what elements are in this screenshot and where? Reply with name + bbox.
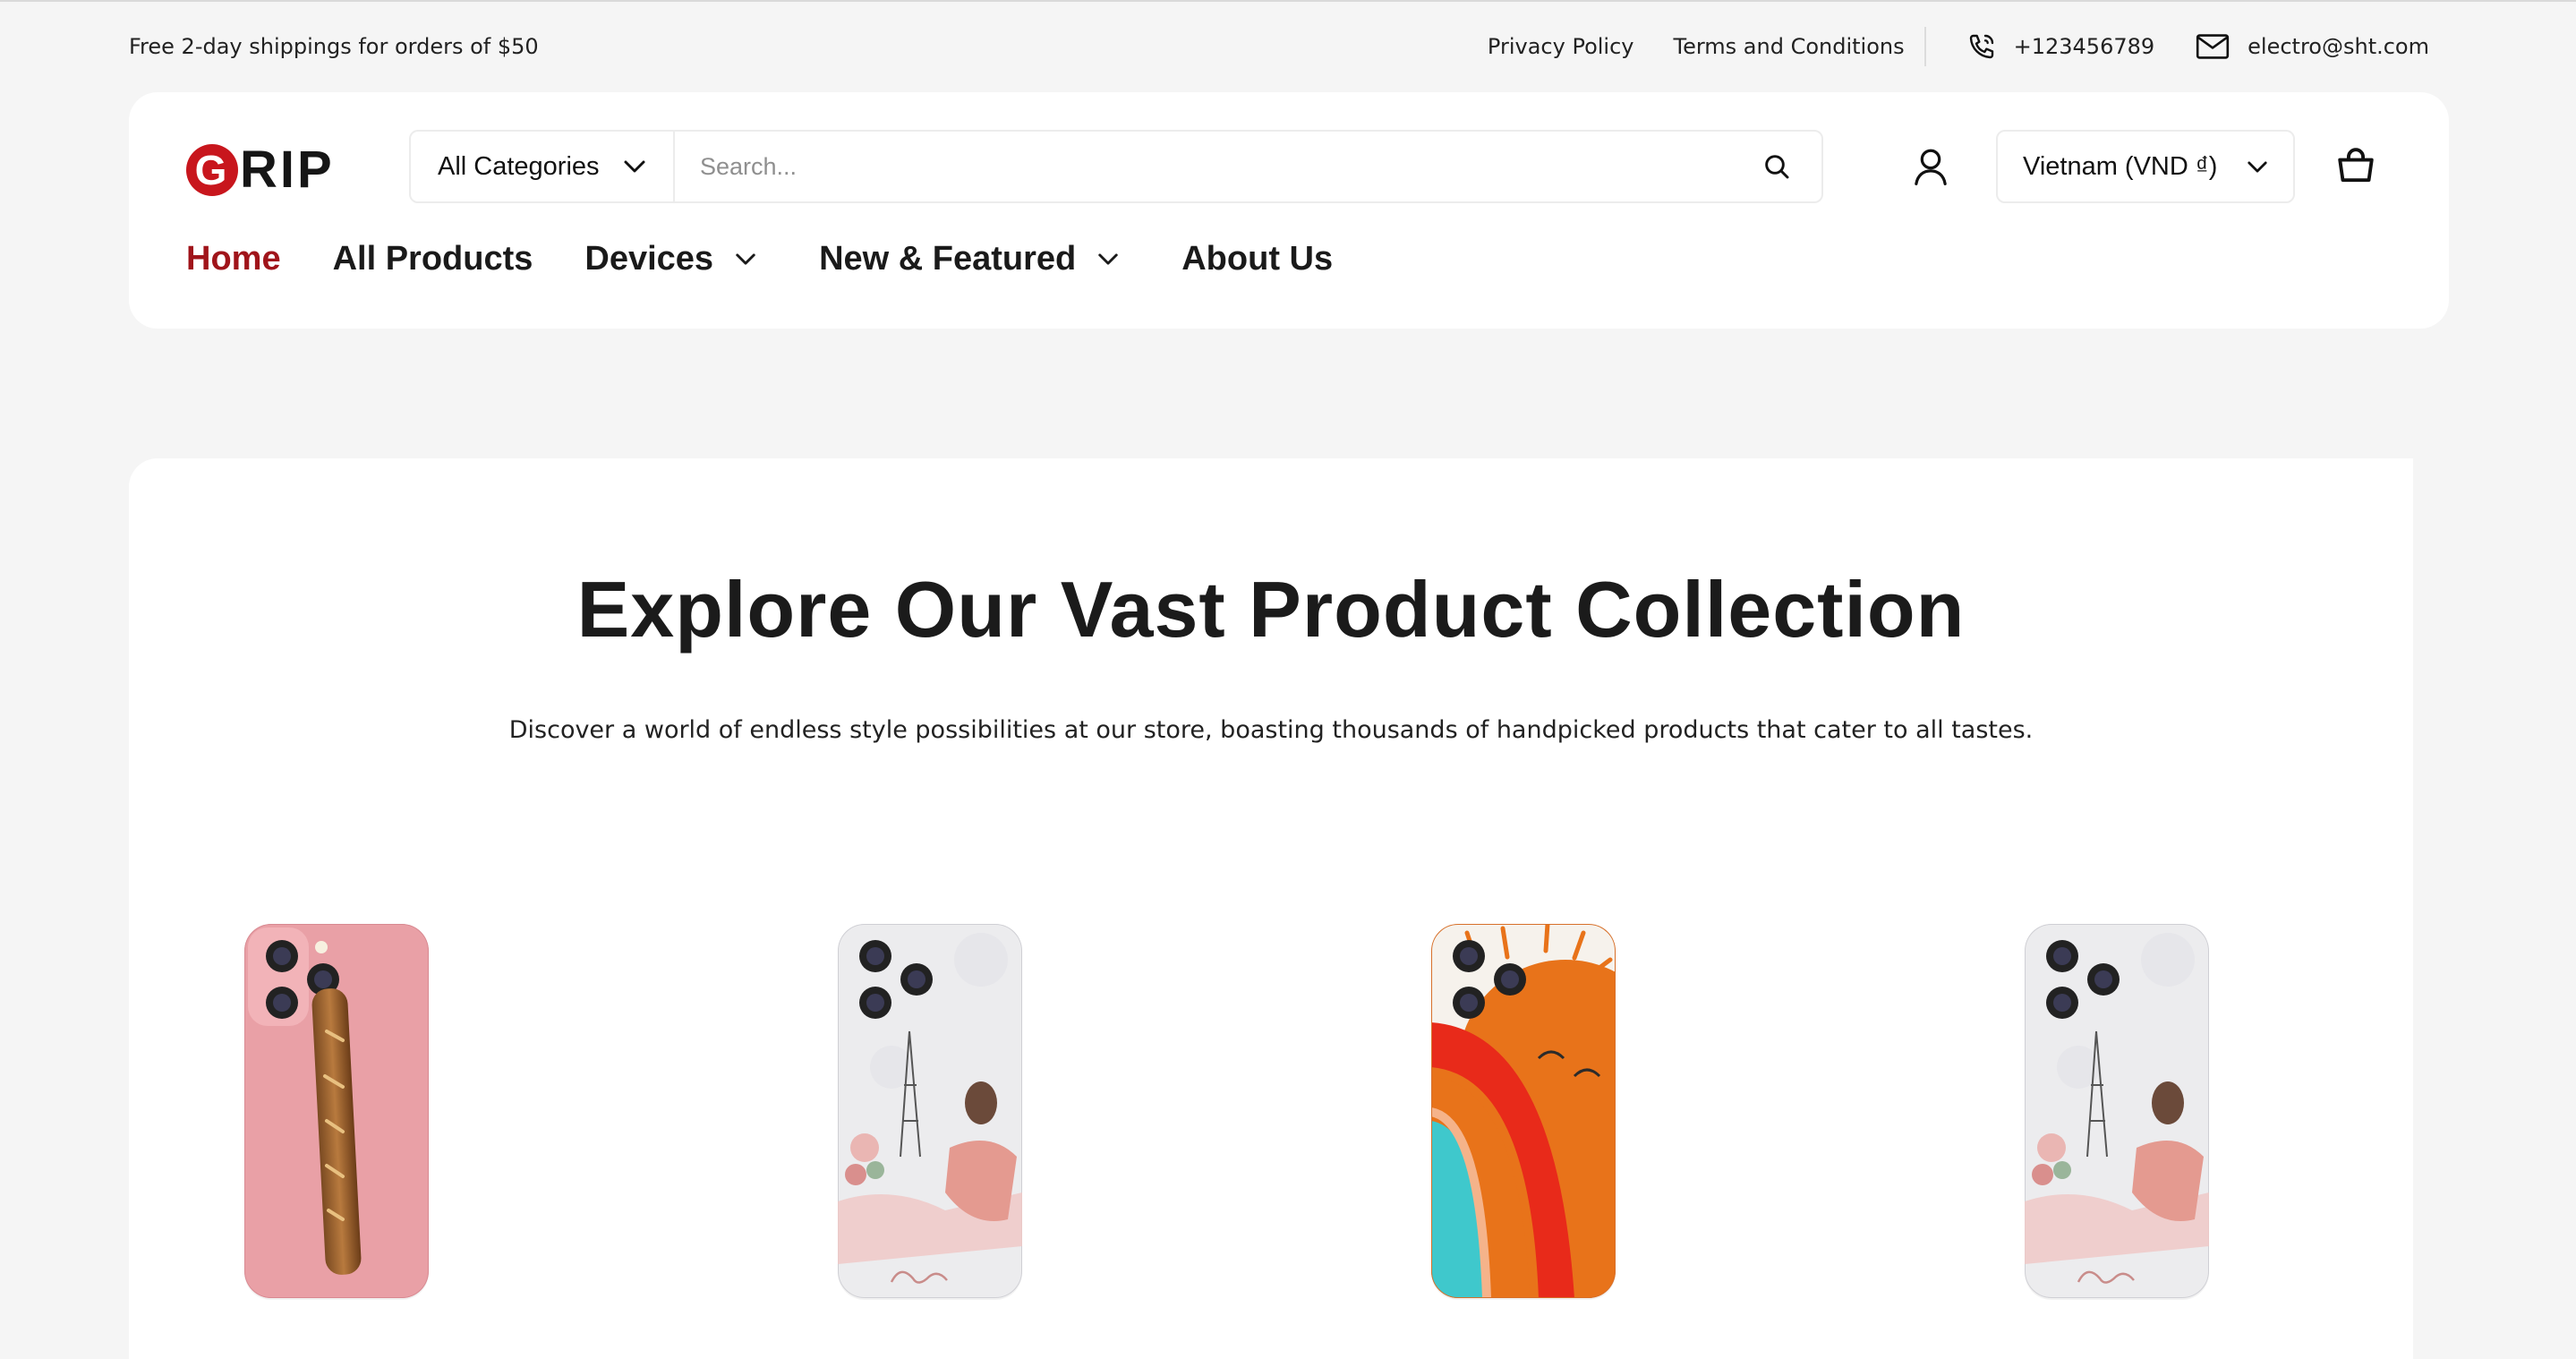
phone-case-image (838, 924, 1022, 1298)
phone-case-image (1431, 924, 1616, 1298)
mail-icon (2196, 34, 2230, 59)
main-navigation: Home All Products Devices New & Featured… (186, 232, 1385, 286)
nav-all-products[interactable]: All Products (333, 240, 533, 278)
account-button[interactable] (1910, 146, 1951, 187)
nav-about-us-label: About Us (1181, 239, 1334, 278)
search-button[interactable] (1732, 132, 1821, 201)
brand-logo[interactable]: G RIP (186, 140, 335, 200)
nav-home[interactable]: Home (186, 240, 281, 278)
phone-icon (1969, 34, 1993, 59)
nav-all-products-label: All Products (332, 239, 533, 278)
logo-mark: G (186, 143, 238, 196)
nav-about-us[interactable]: About Us (1181, 240, 1333, 278)
search-input[interactable] (675, 132, 1732, 201)
product-card[interactable] (244, 924, 567, 1305)
search-icon (1765, 155, 1789, 179)
logo-text: RIP (240, 141, 335, 199)
nav-devices[interactable]: Devices (584, 240, 756, 278)
category-select[interactable]: All Categories (411, 132, 675, 201)
cart-button[interactable] (2334, 144, 2377, 187)
chevron-down-icon (1098, 252, 1118, 265)
page-subtitle: Discover a world of endless style possib… (508, 716, 2034, 744)
phone-case-image (2025, 924, 2209, 1298)
phone-contact[interactable]: +123456789 (1967, 32, 2155, 61)
divider (1923, 27, 1926, 66)
shipping-notice: Free 2-day shippings for orders of $50 (129, 34, 539, 59)
product-card[interactable] (2025, 924, 2347, 1305)
page-title: Explore Our Vast Product Collection (576, 565, 1966, 654)
phone-case-image (244, 924, 429, 1298)
chevron-down-icon (2248, 161, 2267, 172)
top-info-bar: Free 2-day shippings for orders of $50 P… (129, 0, 2429, 93)
chevron-down-icon (624, 160, 645, 173)
nav-home-label: Home (186, 239, 281, 278)
email-address: electro@sht.com (2248, 34, 2429, 59)
terms-link[interactable]: Terms and Conditions (1673, 34, 1904, 59)
product-card[interactable] (838, 924, 1160, 1305)
email-contact[interactable]: electro@sht.com (2196, 33, 2429, 60)
chevron-down-icon (736, 252, 755, 265)
top-links: Privacy Policy Terms and Conditions +123… (1448, 27, 2429, 66)
site-header: G RIP All Categories Vietnam (VND ₫) Hom… (129, 92, 2449, 329)
product-card[interactable] (1431, 924, 1753, 1305)
search-bar: All Categories (409, 130, 1823, 203)
phone-number: +123456789 (2013, 34, 2155, 59)
shopping-bag-icon (2338, 148, 2374, 183)
currency-select[interactable]: Vietnam (VND ₫) (1996, 130, 2295, 203)
currency-value: Vietnam (VND ₫) (2023, 151, 2218, 181)
category-select-value: All Categories (438, 151, 600, 181)
nav-new-featured-label: New & Featured (819, 239, 1077, 278)
nav-devices-label: Devices (584, 239, 714, 278)
nav-new-featured[interactable]: New & Featured (819, 240, 1119, 278)
user-icon (1915, 149, 1947, 185)
privacy-policy-link[interactable]: Privacy Policy (1488, 34, 1634, 59)
